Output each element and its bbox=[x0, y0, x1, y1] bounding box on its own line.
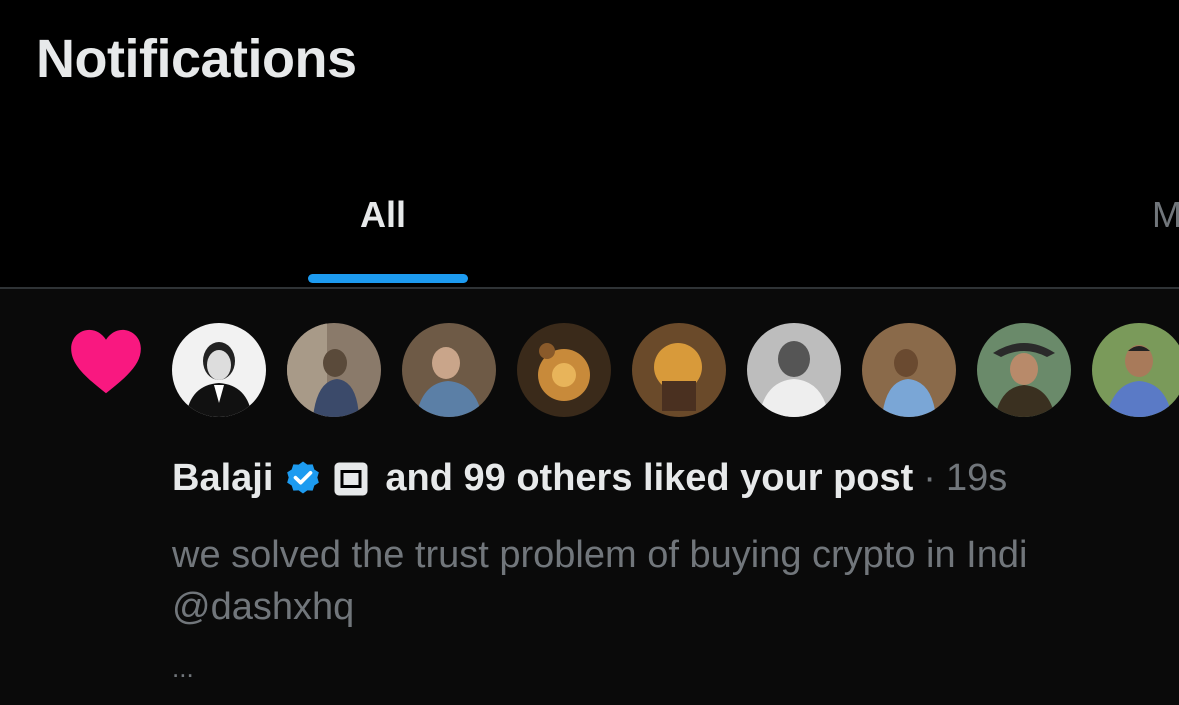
notification-summary: Balaji and 99 others liked your post · 1… bbox=[172, 457, 1007, 500]
tab-bar: All M bbox=[0, 180, 1179, 288]
separator-dot: · bbox=[923, 457, 936, 499]
verified-badge-icon bbox=[283, 459, 323, 499]
timestamp: 19s bbox=[945, 457, 1008, 499]
avatar[interactable] bbox=[287, 323, 381, 417]
avatar[interactable] bbox=[977, 323, 1071, 417]
avatar[interactable] bbox=[862, 323, 956, 417]
post-preview[interactable]: we solved the trust problem of buying cr… bbox=[172, 529, 1179, 633]
notification-item[interactable]: Balaji and 99 others liked your post · 1… bbox=[0, 289, 1179, 705]
post-preview-line: @dashxhq bbox=[172, 586, 355, 628]
heart-icon bbox=[68, 325, 144, 395]
avatar[interactable] bbox=[1092, 323, 1179, 417]
affiliate-square-icon bbox=[333, 461, 369, 497]
page-title: Notifications bbox=[36, 29, 357, 89]
avatar[interactable] bbox=[632, 323, 726, 417]
avatar[interactable] bbox=[172, 323, 266, 417]
tab-mentions[interactable]: M bbox=[1152, 194, 1179, 236]
active-tab-indicator bbox=[308, 274, 468, 283]
avatar[interactable] bbox=[747, 323, 841, 417]
more-indicator: ... bbox=[172, 653, 194, 683]
avatar[interactable] bbox=[402, 323, 496, 417]
actor-name[interactable]: Balaji bbox=[172, 457, 273, 500]
notification-action-text: and 99 others liked your post bbox=[385, 457, 914, 499]
post-preview-line: we solved the trust problem of buying cr… bbox=[172, 534, 1028, 576]
tab-all[interactable]: All bbox=[360, 194, 406, 236]
avatar[interactable] bbox=[517, 323, 611, 417]
